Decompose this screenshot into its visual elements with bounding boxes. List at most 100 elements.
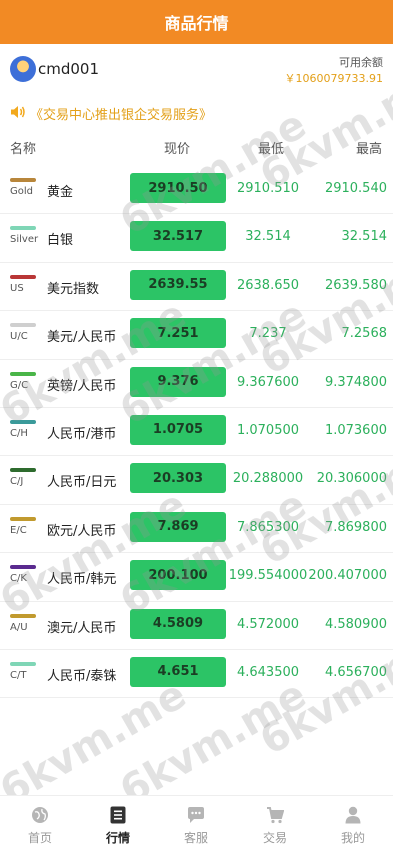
user-info: cmd001 可用余额 ￥1060079733.91 (0, 50, 393, 90)
symbol-name: 黄金 (47, 185, 74, 200)
notice-bar[interactable]: 《交易中心推出银企交易服务》 (0, 100, 393, 126)
chat-icon (188, 807, 204, 823)
tab-home[interactable]: 首页 (10, 802, 70, 846)
current-price[interactable]: 200.100 (130, 560, 226, 591)
symbol-code: E/C (10, 524, 27, 536)
tab-label: 行情 (105, 831, 130, 845)
high-price: 2910.540 (324, 181, 387, 196)
bottom-tab-bar: 首页 行情 客服 交易 我的 (0, 795, 393, 851)
high-price: 7.869800 (324, 519, 387, 535)
quote-row[interactable]: E/C 欧元/人民币 7.869 7.865300 7.869800 (0, 505, 393, 554)
speaker-icon (11, 106, 25, 118)
quote-row[interactable]: C/T 人民币/泰铢 4.651 4.643500 4.656700 (0, 650, 393, 699)
symbol-code: C/J (10, 476, 24, 488)
current-price[interactable]: 2910.50 (130, 173, 226, 203)
symbol-name: 美元指数 (47, 281, 100, 297)
symbol-code: G/C (10, 379, 29, 391)
low-price: 2910.510 (236, 181, 300, 196)
color-tag (10, 274, 36, 279)
color-tag (10, 323, 36, 328)
symbol-code: Silver (10, 234, 39, 246)
quote-row[interactable]: U/C 美元/人民币 7.251 7.237 7.2568 (0, 311, 393, 360)
page-title: 商品行情 (164, 14, 229, 33)
cart-icon (267, 807, 284, 824)
symbol-name: 白银 (47, 233, 74, 249)
low-price: 1.070500 (236, 422, 300, 438)
avatar[interactable] (10, 56, 36, 82)
color-tag (10, 226, 36, 231)
column-header-low: 最低 (258, 142, 285, 157)
symbol-name: 人民币/韩元 (47, 572, 117, 588)
quote-row[interactable]: C/K 人民币/韩元 200.100 199.554000 200.407000 (0, 553, 393, 602)
low-price: 199.554000 (228, 568, 308, 584)
color-tag (10, 419, 36, 424)
username: cmd001 (38, 60, 100, 78)
tab-label: 我的 (340, 831, 365, 845)
tab-market[interactable]: 行情 (88, 802, 148, 846)
current-price[interactable]: 4.5809 (130, 608, 226, 639)
symbol-code: C/H (10, 427, 28, 439)
user-icon (345, 806, 361, 824)
symbol-code: Gold (10, 186, 33, 197)
color-tag (10, 613, 36, 618)
high-price: 4.656700 (324, 664, 387, 680)
low-price: 9.367600 (236, 374, 300, 390)
symbol-name: 人民币/日元 (47, 475, 117, 491)
app-header: 商品行情 (0, 0, 393, 44)
column-header-high: 最高 (356, 142, 383, 157)
color-tag (10, 371, 36, 376)
column-header-price: 现价 (164, 142, 191, 157)
color-tag (10, 661, 36, 666)
quote-list: Gold 黄金 2910.50 2910.510 2910.540 Silver 白银 32.… (0, 166, 393, 699)
symbol-code: US (10, 282, 24, 294)
high-price: 200.407000 (308, 568, 387, 584)
current-price[interactable]: 1.0705 (130, 414, 226, 445)
tab-service[interactable]: 客服 (166, 802, 226, 846)
high-price: 9.374800 (324, 374, 387, 390)
current-price[interactable]: 20.303 (130, 463, 226, 494)
current-price[interactable]: 4.651 (130, 656, 226, 687)
high-price: 4.580900 (324, 616, 387, 632)
symbol-code: U/C (10, 331, 28, 343)
high-price: 7.2568 (341, 326, 388, 342)
quote-row[interactable]: Gold 黄金 2910.50 2910.510 2910.540 (0, 166, 393, 215)
tab-mine[interactable]: 我的 (323, 802, 383, 846)
quote-row[interactable]: US 美元指数 2639.55 2638.650 2639.580 (0, 263, 393, 312)
current-price[interactable]: 7.869 (130, 511, 226, 542)
symbol-code: C/T (10, 669, 27, 681)
list-icon (110, 806, 126, 824)
symbol-name: 英镑/人民币 (47, 378, 117, 394)
tab-label: 首页 (27, 831, 52, 845)
tab-label: 客服 (183, 831, 208, 845)
symbol-name: 美元/人民币 (47, 330, 117, 346)
low-price: 4.572000 (236, 616, 300, 632)
low-price: 20.288000 (232, 471, 304, 487)
quote-row[interactable]: Silver 白银 32.517 32.514 32.514 (0, 214, 393, 263)
quote-row[interactable]: C/H 人民币/港币 1.0705 1.070500 1.073600 (0, 408, 393, 457)
current-price[interactable]: 32.517 (130, 221, 226, 252)
high-price: 32.514 (341, 229, 388, 245)
low-price: 7.237 (249, 326, 287, 342)
color-tag (10, 178, 36, 182)
quote-row[interactable]: C/J 人民币/日元 20.303 20.288000 20.306000 (0, 456, 393, 505)
low-price: 4.643500 (236, 664, 300, 680)
color-tag (10, 516, 36, 521)
color-tag (10, 468, 36, 473)
low-price: 2638.650 (236, 277, 300, 293)
balance-value: ￥1060079733.91 (284, 72, 383, 85)
symbol-name: 人民币/泰铢 (47, 668, 117, 684)
current-price[interactable]: 7.251 (130, 318, 226, 349)
tab-trade[interactable]: 交易 (245, 802, 305, 846)
symbol-name: 人民币/港币 (47, 426, 117, 442)
notice-text[interactable]: 《交易中心推出银企交易服务》 (30, 104, 212, 123)
current-price[interactable]: 2639.55 (130, 269, 226, 300)
low-price: 7.865300 (236, 519, 300, 535)
symbol-code: C/K (10, 573, 27, 585)
current-price[interactable]: 9.376 (130, 366, 226, 397)
low-price: 32.514 (245, 229, 291, 245)
quote-row[interactable]: G/C 英镑/人民币 9.376 9.367600 9.374800 (0, 360, 393, 408)
tab-label: 交易 (262, 831, 287, 845)
symbol-name: 欧元/人民币 (47, 523, 117, 539)
column-header-name: 名称 (10, 142, 37, 157)
quote-row[interactable]: A/U 澳元/人民币 4.5809 4.572000 4.580900 (0, 602, 393, 650)
